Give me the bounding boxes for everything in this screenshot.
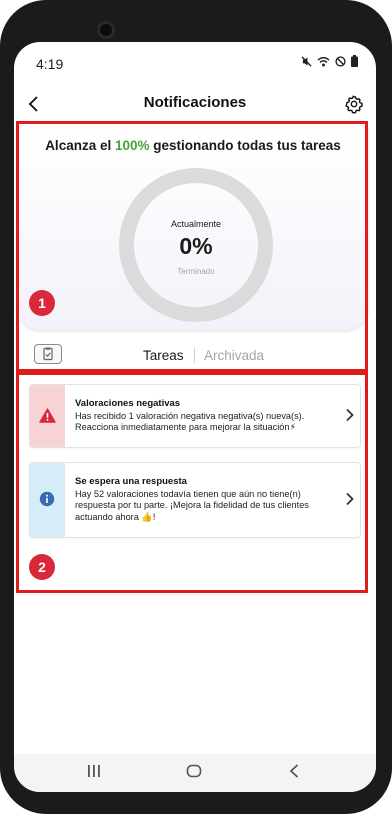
gear-icon[interactable]: [344, 94, 364, 114]
highlight-box-1: [16, 121, 368, 372]
app-header: Notificaciones: [14, 86, 376, 122]
system-nav-bar: [14, 754, 376, 792]
back-nav-icon[interactable]: [288, 764, 300, 778]
annotation-badge-1: 1: [29, 290, 55, 316]
recent-apps-icon[interactable]: [87, 764, 101, 778]
battery-icon: [351, 55, 358, 67]
annotation-badge-2: 2: [29, 554, 55, 580]
page-title: Notificaciones: [143, 94, 247, 111]
dnd-icon: [335, 55, 346, 67]
wifi-icon: [317, 56, 330, 66]
status-time: 4:19: [36, 56, 64, 72]
screen: 4:19 Notificaciones Alcanza el 100% gest…: [14, 42, 376, 792]
highlight-box-2: [16, 372, 368, 593]
mute-icon: [301, 55, 312, 67]
power-button: [386, 300, 392, 390]
front-camera: [100, 24, 112, 36]
home-icon[interactable]: [186, 764, 202, 778]
status-icons: [301, 55, 358, 67]
volume-button: [386, 196, 392, 252]
status-bar: 4:19: [14, 42, 376, 82]
